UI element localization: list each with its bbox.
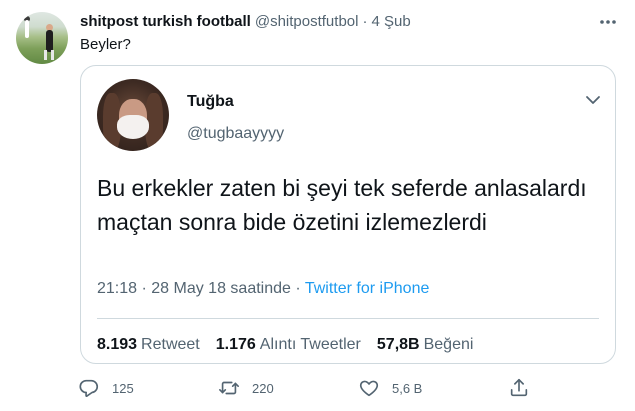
author-avatar[interactable] xyxy=(16,12,68,64)
tweet-header: shitpost turkish football @shitpostfutbol… xyxy=(80,12,411,32)
quoted-tweet-text: Bu erkekler zaten bi şeyi tek seferde an… xyxy=(97,175,587,235)
tweet-actions: 125 220 5,6 B xyxy=(78,377,538,399)
quoted-author-name[interactable]: Tuğba xyxy=(187,92,234,112)
more-options-icon[interactable] xyxy=(598,12,618,32)
quoted-tweet-date[interactable]: 28 May 18 saatinde xyxy=(151,280,291,297)
quoted-tweet[interactable]: Tuğba @tugbaayyyy Bu erkekler zaten bi ş… xyxy=(80,65,616,364)
divider xyxy=(97,318,599,319)
quoted-tweet-stats: 8.193 Retweet 1.176 Alıntı Tweetler 57,8B Beğ… xyxy=(97,335,489,355)
retweet-stat[interactable]: 8.193 Retweet xyxy=(97,336,216,353)
tweet-source-link[interactable]: Twitter for iPhone xyxy=(305,280,430,297)
quote-tweets-stat[interactable]: 1.176 Alıntı Tweetler xyxy=(216,336,377,353)
author-handle[interactable]: @shitpostfutbol xyxy=(255,13,359,30)
reply-count: 125 xyxy=(112,380,134,396)
tweet-text: Beyler? xyxy=(80,36,131,53)
share-button[interactable] xyxy=(508,377,530,399)
separator-dot: · xyxy=(137,280,152,297)
quoted-author-handle[interactable]: @tugbaayyyy xyxy=(187,124,284,144)
tweet: shitpost turkish football @shitpostfutbol… xyxy=(0,0,635,411)
reply-button[interactable]: 125 xyxy=(78,377,134,399)
reply-icon xyxy=(79,379,99,397)
retweet-icon xyxy=(219,381,239,395)
quoted-tweet-meta: 21:18 · 28 May 18 saatinde · Twitter for… xyxy=(97,279,429,299)
separator-dot: · xyxy=(290,280,305,297)
like-button[interactable]: 5,6 B xyxy=(358,377,422,399)
chevron-down-icon[interactable] xyxy=(584,91,602,109)
author-name[interactable]: shitpost turkish football xyxy=(80,13,251,30)
retweet-button[interactable]: 220 xyxy=(218,377,274,399)
retweet-count: 220 xyxy=(252,380,274,396)
quoted-tweet-time[interactable]: 21:18 xyxy=(97,280,137,297)
quoted-author-avatar[interactable] xyxy=(97,79,169,151)
separator-dot: · xyxy=(362,13,368,30)
likes-stat[interactable]: 57,8B Beğeni xyxy=(377,336,490,353)
tweet-date[interactable]: 4 Şub xyxy=(371,13,410,30)
share-icon xyxy=(510,378,528,397)
heart-icon xyxy=(359,380,379,397)
like-count: 5,6 B xyxy=(392,380,423,396)
